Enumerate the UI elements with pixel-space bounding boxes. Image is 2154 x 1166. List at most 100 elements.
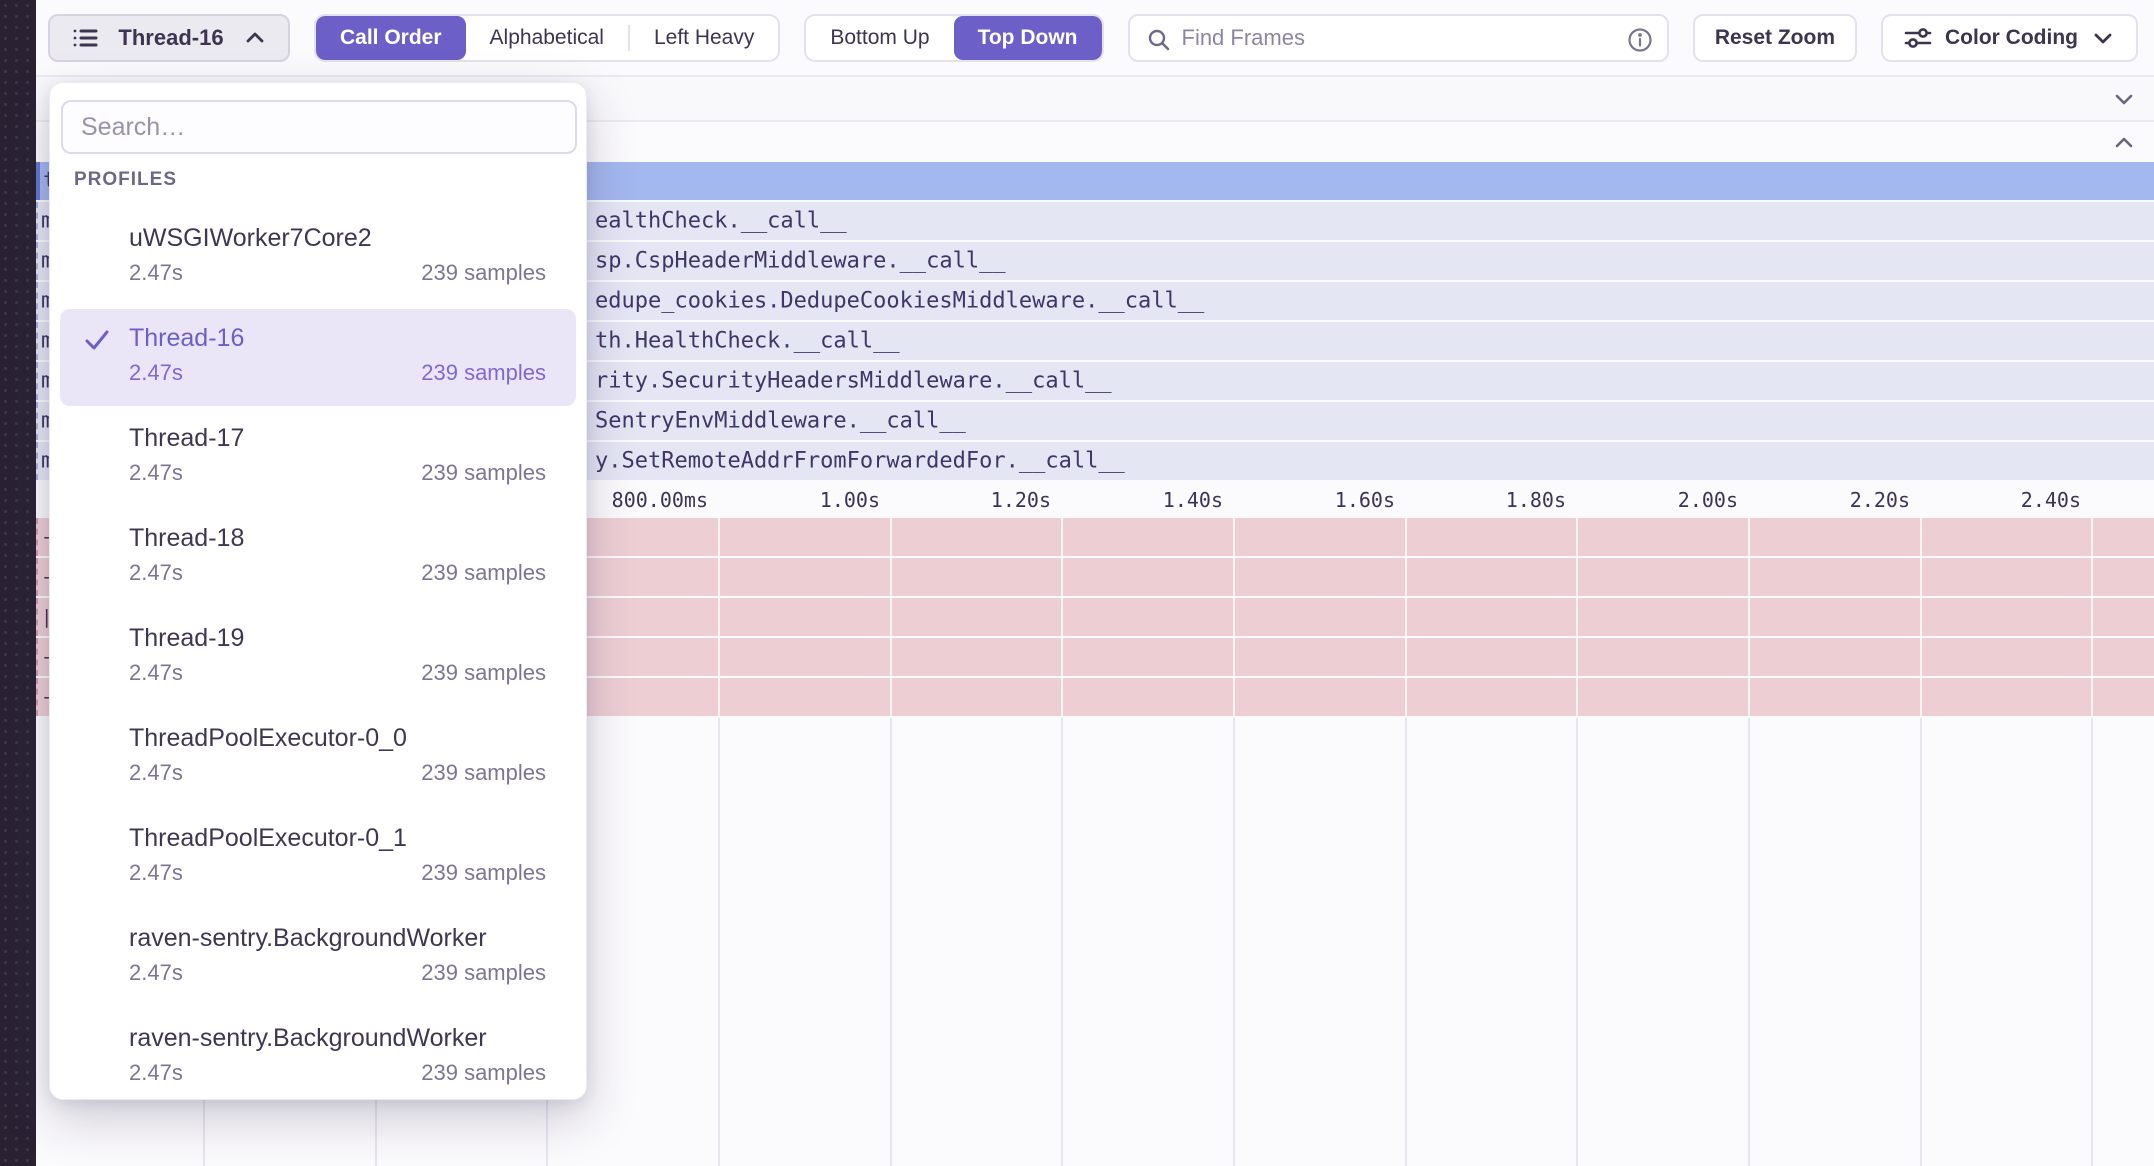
reset-zoom-button[interactable]: Reset Zoom [1693, 14, 1857, 62]
profile-duration: 2.47s [129, 560, 183, 586]
time-gridline [890, 718, 892, 1166]
thread-list-icon [70, 23, 100, 53]
time-gridline [1405, 718, 1407, 1166]
time-gridline [718, 718, 720, 1166]
time-gridline [2091, 518, 2093, 718]
profile-meta: 2.47s 239 samples [129, 760, 546, 786]
time-gridline [890, 518, 892, 718]
axis-tick-label: 1.20s [891, 482, 1051, 518]
color-coding-label: Color Coding [1945, 26, 2078, 50]
profile-item[interactable]: Thread-17 2.47s 239 samples [60, 409, 576, 506]
frame-text: rity.SecurityHeadersMiddleware.__call__ [595, 369, 1112, 394]
profile-item[interactable]: raven-sentry.BackgroundWorker 2.47s 239 sa… [60, 909, 576, 1006]
profile-meta: 2.47s 239 samples [129, 360, 546, 386]
chevron-down-icon [2090, 25, 2116, 51]
frame-text: SentryEnvMiddleware.__call__ [595, 409, 966, 434]
tab-left-heavy[interactable]: Left Heavy [630, 16, 778, 60]
profile-meta: 2.47s 239 samples [129, 1060, 546, 1086]
time-gridline [1920, 518, 1922, 718]
thread-selector-label: Thread-16 [118, 25, 223, 51]
tab-alphabetical[interactable]: Alphabetical [466, 16, 628, 60]
axis-tick-label: 1.40s [1063, 482, 1223, 518]
axis-tick-label: 1.00s [720, 482, 880, 518]
profile-name: Thread-18 [129, 523, 546, 553]
tab-call-order[interactable]: Call Order [316, 16, 466, 60]
time-gridline [1576, 718, 1578, 1166]
reset-zoom-label: Reset Zoom [1715, 26, 1835, 50]
frame-text: ealthCheck.__call__ [595, 209, 847, 234]
profile-duration: 2.47s [129, 660, 183, 686]
profile-list: uWSGIWorker7Core22.47s239 samplesThread-… [50, 209, 586, 1109]
time-gridline [1748, 518, 1750, 718]
profile-duration: 2.47s [129, 260, 183, 286]
time-gridline [1920, 718, 1922, 1166]
time-gridline [1576, 518, 1578, 718]
profile-item[interactable]: uWSGIWorker7Core22.47s239 samples [60, 209, 576, 306]
time-gridline [1405, 518, 1407, 718]
check-icon [82, 325, 112, 355]
profile-name: Thread-19 [129, 623, 546, 653]
profile-meta: 2.47s 239 samples [129, 560, 546, 586]
axis-tick-label: 1.80s [1406, 482, 1566, 518]
profile-meta: 2.47s 239 samples [129, 860, 546, 886]
info-icon[interactable] [1627, 27, 1653, 53]
profile-name: Thread-17 [129, 423, 546, 453]
profile-meta: 2.47s 239 samples [129, 460, 546, 486]
sliders-icon [1903, 23, 1933, 53]
time-gridline [2091, 718, 2093, 1166]
profile-item[interactable]: Thread-18 2.47s 239 samples [60, 509, 576, 606]
profile-duration: 2.47s [129, 460, 183, 486]
profile-samples: 239 samples [421, 460, 546, 486]
profile-duration: 2.47s [129, 360, 183, 386]
profile-meta: 2.47s 239 samples [129, 660, 546, 686]
direction-mode-group: Bottom Up Top Down [804, 14, 1103, 62]
profile-name: raven-sentry.BackgroundWorker [129, 923, 546, 953]
time-gridline [718, 518, 720, 718]
frame-text: th.HealthCheck.__call__ [595, 329, 900, 354]
profile-samples: 239 samples [421, 860, 546, 886]
axis-tick-label: 2.40s [1921, 482, 2081, 518]
profile-item[interactable]: ThreadPoolExecutor-0_1 2.47s 239 samples [60, 809, 576, 906]
thread-dropdown-panel: PROFILES uWSGIWorker7Core22.47s239 sampl… [49, 82, 587, 1100]
time-gridline [1061, 518, 1063, 718]
profile-item[interactable]: ThreadPoolExecutor-0_0 2.47s 239 samples [60, 709, 576, 806]
profile-samples: 239 samples [421, 560, 546, 586]
time-gridline [1061, 718, 1063, 1166]
tab-top-down[interactable]: Top Down [954, 16, 1102, 60]
profile-name: uWSGIWorker7Core2 [129, 223, 546, 253]
profile-duration: 2.47s [129, 1060, 183, 1086]
profile-samples: 239 samples [421, 1060, 546, 1086]
chevron-up-icon[interactable] [2110, 128, 2138, 156]
time-gridline [1748, 718, 1750, 1166]
tab-bottom-up[interactable]: Bottom Up [806, 16, 953, 60]
profile-samples: 239 samples [421, 960, 546, 986]
sort-mode-group: Call Order Alphabetical Left Heavy [314, 14, 780, 62]
axis-tick-label: 2.00s [1578, 482, 1738, 518]
frame-text: y.SetRemoteAddrFromForwardedFor.__call__ [595, 449, 1125, 474]
chevron-down-icon[interactable] [2110, 85, 2138, 113]
time-gridline [1233, 718, 1235, 1166]
profile-name: ThreadPoolExecutor-0_0 [129, 723, 546, 753]
profile-samples: 239 samples [421, 760, 546, 786]
axis-tick-label: 2.20s [1750, 482, 1910, 518]
profile-duration: 2.47s [129, 960, 183, 986]
profile-duration: 2.47s [129, 860, 183, 886]
profile-name: raven-sentry.BackgroundWorker [129, 1023, 546, 1053]
dropdown-search-input[interactable] [61, 100, 577, 154]
color-coding-button[interactable]: Color Coding [1881, 14, 2138, 62]
profile-duration: 2.47s [129, 760, 183, 786]
profile-item[interactable]: raven-sentry.BackgroundWorker 2.47s 239 sa… [60, 1009, 576, 1106]
axis-tick-label: 1.60s [1235, 482, 1395, 518]
thread-selector-button[interactable]: Thread-16 [48, 14, 290, 62]
profile-samples: 239 samples [421, 660, 546, 686]
profile-name: ThreadPoolExecutor-0_1 [129, 823, 546, 853]
frame-text: edupe_cookies.DedupeCookiesMiddleware.__… [595, 289, 1204, 314]
profile-samples: 239 samples [421, 360, 546, 386]
app-sidebar-strip [0, 0, 36, 1166]
chevron-up-icon [242, 25, 268, 51]
profile-item[interactable]: Thread-19 2.47s 239 samples [60, 609, 576, 706]
profile-item[interactable]: Thread-162.47s239 samples [60, 309, 576, 406]
find-frames-input[interactable] [1182, 25, 1611, 51]
toolbar: Thread-16 Call Order Alphabetical Left H… [36, 0, 2154, 75]
search-icon [1146, 27, 1172, 53]
